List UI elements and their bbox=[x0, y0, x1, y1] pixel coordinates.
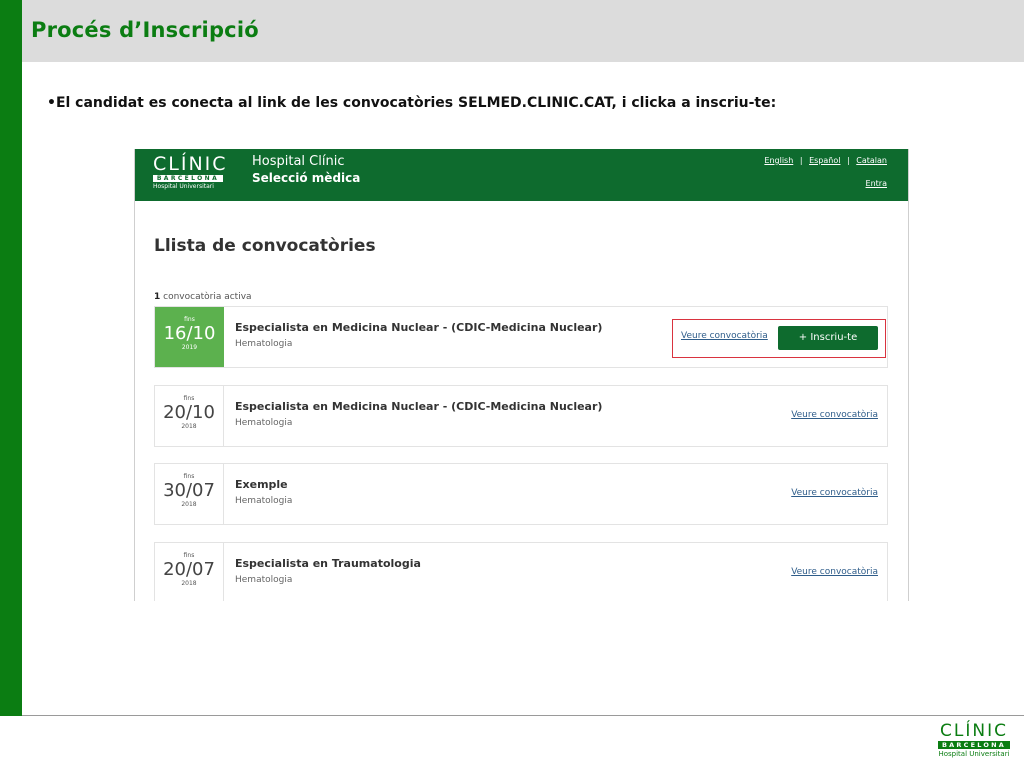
website-screenshot: CLÍNIC BARCELONA Hospital Universitari H… bbox=[134, 149, 909, 601]
call-date-day: 16/10 bbox=[163, 323, 216, 344]
call-date-day: 30/07 bbox=[163, 480, 215, 501]
call-title: Especialista en Medicina Nuclear - (CDIC… bbox=[235, 321, 603, 334]
call-department: Hematologia bbox=[235, 418, 293, 428]
call-date-day: 20/07 bbox=[163, 559, 215, 580]
call-date-year: 2018 bbox=[181, 501, 197, 508]
call-card: fins 20/07 2018 Especialista en Traumato… bbox=[154, 542, 888, 601]
language-separator: | bbox=[847, 156, 850, 165]
site-logo-sub: Hospital Universitari bbox=[153, 183, 214, 190]
site-header: CLÍNIC BARCELONA Hospital Universitari H… bbox=[135, 149, 908, 201]
site-logo[interactable]: CLÍNIC BARCELONA Hospital Universitari bbox=[153, 153, 228, 191]
footer-logo-strip: BARCELONA bbox=[938, 741, 1010, 749]
call-date-year: 2018 bbox=[181, 423, 197, 430]
call-title: Especialista en Traumatologia bbox=[235, 557, 421, 570]
left-accent-bar bbox=[0, 0, 22, 716]
call-date-year: 2019 bbox=[181, 344, 198, 351]
view-call-link[interactable]: Veure convocatòria bbox=[791, 567, 878, 577]
call-department: Hematologia bbox=[235, 339, 293, 349]
view-call-link[interactable]: Veure convocatòria bbox=[791, 410, 878, 420]
language-link-espanol[interactable]: Español bbox=[809, 156, 840, 165]
view-call-link[interactable]: Veure convocatòria bbox=[681, 331, 768, 341]
highlight-box: Veure convocatòria + Inscriu-te bbox=[672, 319, 886, 358]
footer-divider bbox=[22, 715, 1024, 716]
active-count-text: convocatòria activa bbox=[163, 292, 252, 302]
site-logo-strip: BARCELONA bbox=[153, 175, 223, 182]
site-name: Hospital Clínic bbox=[252, 154, 345, 169]
login-link[interactable]: Entra bbox=[866, 179, 887, 188]
call-date-badge: fins 20/07 2018 bbox=[155, 543, 224, 601]
call-date-year: 2018 bbox=[181, 580, 197, 587]
page-heading: Llista de convocatòries bbox=[154, 236, 376, 256]
call-date-day: 20/10 bbox=[163, 402, 215, 423]
active-count-number: 1 bbox=[154, 292, 161, 302]
language-link-catalan[interactable]: Catalan bbox=[856, 156, 887, 165]
call-department: Hematologia bbox=[235, 496, 293, 506]
site-name-block: Hospital Clínic Selecció mèdica bbox=[252, 154, 360, 186]
site-subtitle: Selecció mèdica bbox=[252, 171, 361, 185]
language-link-english[interactable]: English bbox=[764, 156, 793, 165]
call-title: Especialista en Medicina Nuclear - (CDIC… bbox=[235, 400, 603, 413]
call-card: fins 20/10 2018 Especialista en Medicina… bbox=[154, 385, 888, 447]
call-title: Exemple bbox=[235, 478, 288, 491]
call-date-badge: fins 20/10 2018 bbox=[155, 386, 224, 446]
call-department: Hematologia bbox=[235, 575, 293, 585]
site-logo-word: CLÍNIC bbox=[153, 153, 228, 175]
view-call-link[interactable]: Veure convocatòria bbox=[791, 488, 878, 498]
footer-logo-sub: Hospital Universitari bbox=[938, 750, 1010, 758]
footer-logo-word: CLÍNIC bbox=[940, 721, 1008, 741]
call-card-active: fins 16/10 2019 Especialista en Medicina… bbox=[154, 306, 888, 368]
active-count: 1 convocatòria activa bbox=[154, 292, 252, 302]
slide-bullet-text: •El candidat es conecta al link de les c… bbox=[47, 95, 777, 111]
slide-title: Procés d’Inscripció bbox=[31, 18, 259, 42]
enroll-button[interactable]: + Inscriu-te bbox=[778, 326, 878, 350]
call-date-badge: fins 30/07 2018 bbox=[155, 464, 224, 524]
language-links: English | Español | Catalan bbox=[764, 156, 887, 165]
call-date-badge: fins 16/10 2019 bbox=[155, 307, 224, 367]
footer-logo: CLÍNIC BARCELONA Hospital Universitari bbox=[938, 722, 1010, 759]
language-separator: | bbox=[799, 156, 803, 165]
call-card: fins 30/07 2018 Exemple Hematologia Veur… bbox=[154, 463, 888, 525]
